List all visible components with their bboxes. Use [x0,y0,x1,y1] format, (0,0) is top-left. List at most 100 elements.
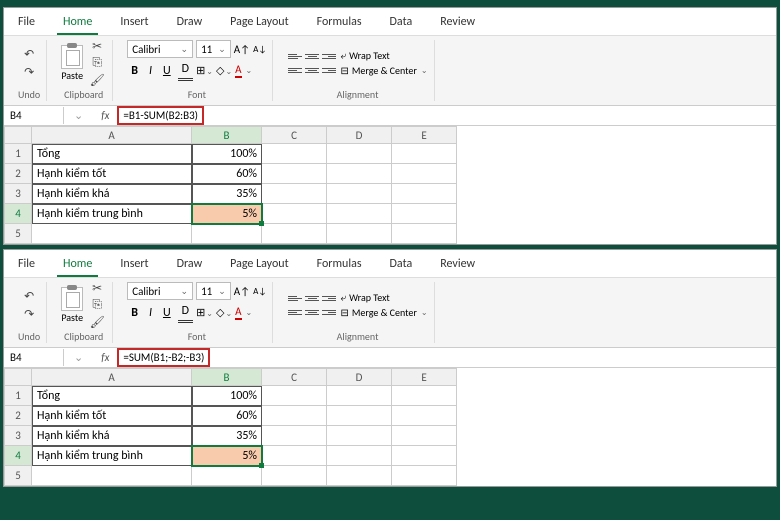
font-size-select[interactable]: 11 [196,40,231,58]
row-header-2[interactable]: 2 [4,406,32,426]
cell-e1[interactable] [392,144,457,164]
increase-font-icon[interactable]: A↑ [234,285,250,298]
redo-icon[interactable]: ↷ [20,64,38,80]
cell-c2[interactable] [262,164,327,184]
col-header-b[interactable]: B [192,126,262,144]
merge-center-button[interactable]: ⊟Merge & Center⌄ [340,306,427,319]
cell-d1[interactable] [327,386,392,406]
cell-d5[interactable] [327,466,392,486]
row-header-5[interactable]: 5 [4,224,32,244]
cell-e3[interactable] [392,184,457,204]
cell-b2[interactable]: 60% [192,164,262,184]
row-header-5[interactable]: 5 [4,466,32,486]
border-button[interactable]: ⊞⌄ [196,64,213,77]
double-underline-button[interactable]: D [178,302,193,323]
col-header-b[interactable]: B [192,368,262,386]
copy-icon[interactable]: ⎘ [88,55,106,71]
cell-a1[interactable]: Tổng [32,144,192,164]
cell-c1[interactable] [262,144,327,164]
underline-button[interactable]: U [159,304,175,322]
tab-page-layout[interactable]: Page Layout [224,253,294,277]
cell-b2[interactable]: 60% [192,406,262,426]
redo-icon[interactable]: ↷ [20,306,38,322]
tab-insert[interactable]: Insert [114,11,154,35]
col-header-c[interactable]: C [262,368,327,386]
cell-d3[interactable] [327,426,392,446]
cell-a2[interactable]: Hạnh kiểm tốt [32,406,192,426]
name-box[interactable]: B4 [4,107,64,124]
font-color-button[interactable]: A [235,305,241,320]
tab-home[interactable]: Home [57,253,98,277]
name-box-dropdown-icon[interactable]: ⌄ [64,109,93,122]
cell-b1[interactable]: 100% [192,386,262,406]
tab-home[interactable]: Home [57,11,98,35]
cell-e3[interactable] [392,426,457,446]
undo-icon[interactable]: ↶ [20,46,38,62]
cell-d4[interactable] [327,204,392,224]
cell-a4[interactable]: Hạnh kiểm trung bình [32,446,192,466]
tab-data[interactable]: Data [384,11,419,35]
tab-formulas[interactable]: Formulas [311,11,368,35]
cell-e1[interactable] [392,386,457,406]
italic-button[interactable]: I [145,304,156,322]
cell-a1[interactable]: Tổng [32,386,192,406]
wrap-text-button[interactable]: ⤶Wrap Text [340,291,427,304]
formula-input[interactable]: =SUM(B1;-B2;-B3) [117,348,210,367]
paste-button[interactable]: Paste [61,45,83,82]
italic-button[interactable]: I [145,62,156,80]
decrease-font-icon[interactable]: A↓ [253,286,266,297]
name-box[interactable]: B4 [4,349,64,366]
bold-button[interactable]: B [127,304,142,322]
copy-icon[interactable]: ⎘ [88,297,106,313]
col-header-a[interactable]: A [32,368,192,386]
cell-d2[interactable] [327,406,392,426]
cell-c4[interactable] [262,204,327,224]
vertical-align[interactable] [287,50,337,62]
cell-c3[interactable] [262,426,327,446]
col-header-d[interactable]: D [327,368,392,386]
tab-formulas[interactable]: Formulas [311,253,368,277]
font-color-button[interactable]: A [235,63,241,78]
cell-a3[interactable]: Hạnh kiểm khá [32,184,192,204]
double-underline-button[interactable]: D [178,60,193,81]
cell-a4[interactable]: Hạnh kiểm trung bình [32,204,192,224]
underline-button[interactable]: U [159,62,175,80]
cell-e2[interactable] [392,406,457,426]
cell-b5[interactable] [192,466,262,486]
cell-d2[interactable] [327,164,392,184]
border-button[interactable]: ⊞⌄ [196,306,213,319]
decrease-font-icon[interactable]: A↓ [253,44,266,55]
formula-input[interactable]: =B1-SUM(B2:B3) [117,106,204,125]
tab-insert[interactable]: Insert [114,253,154,277]
bold-button[interactable]: B [127,62,142,80]
cell-b4[interactable]: 5% [192,204,262,224]
undo-icon[interactable]: ↶ [20,288,38,304]
wrap-text-button[interactable]: ⤶Wrap Text [340,49,427,62]
tab-draw[interactable]: Draw [171,253,209,277]
cell-a5[interactable] [32,224,192,244]
merge-center-button[interactable]: ⊟Merge & Center⌄ [340,64,427,77]
tab-review[interactable]: Review [434,253,481,277]
select-all-corner[interactable] [4,126,32,144]
cell-e2[interactable] [392,164,457,184]
cut-icon[interactable]: ✂ [88,280,106,296]
format-painter-icon[interactable]: 🖌 [88,72,106,88]
tab-review[interactable]: Review [434,11,481,35]
cell-c5[interactable] [262,224,327,244]
cell-d5[interactable] [327,224,392,244]
name-box-dropdown-icon[interactable]: ⌄ [64,351,93,364]
cell-a2[interactable]: Hạnh kiểm tốt [32,164,192,184]
font-name-select[interactable]: Calibri [127,40,193,58]
row-header-1[interactable]: 1 [4,386,32,406]
cell-b5[interactable] [192,224,262,244]
row-header-2[interactable]: 2 [4,164,32,184]
tab-data[interactable]: Data [384,253,419,277]
font-name-select[interactable]: Calibri [127,282,193,300]
tab-file[interactable]: File [12,253,41,277]
cell-d1[interactable] [327,144,392,164]
cell-b3[interactable]: 35% [192,426,262,446]
increase-font-icon[interactable]: A↑ [234,43,250,56]
row-header-4[interactable]: 4 [4,446,32,466]
fill-color-button[interactable]: ◇⌄ [216,64,232,77]
cell-d4[interactable] [327,446,392,466]
